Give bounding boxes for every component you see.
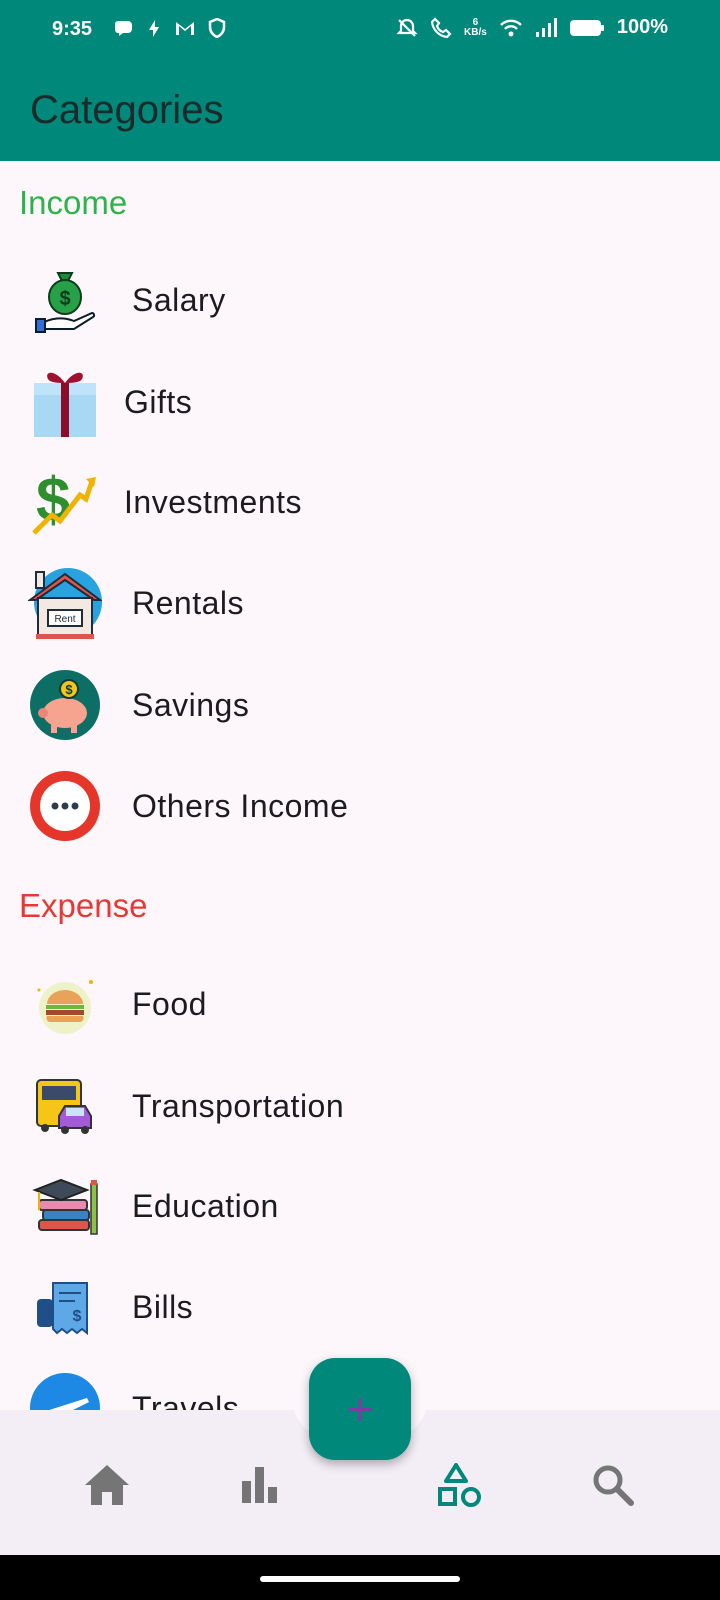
call-icon — [430, 16, 452, 38]
shapes-icon — [438, 1463, 481, 1507]
network-speed-value: 6 — [472, 16, 479, 28]
app-bar: Categories — [0, 60, 720, 161]
status-bar: 9:35 6 KB/s 100% — [0, 0, 720, 60]
gift-box-icon — [28, 365, 102, 439]
category-item-bills[interactable]: $ Bills — [28, 1267, 193, 1347]
battery-icon — [569, 19, 604, 36]
gesture-handle[interactable] — [260, 1576, 460, 1582]
category-item-others-income[interactable]: Others Income — [28, 766, 348, 846]
receipt-icon: $ — [28, 1270, 102, 1344]
category-item-investments[interactable]: $ Investments — [28, 462, 302, 542]
category-label: Salary — [132, 281, 226, 318]
category-item-food[interactable]: Food — [28, 964, 207, 1044]
bar-chart-icon — [242, 1467, 277, 1503]
gmail-icon — [176, 22, 194, 35]
category-label: Transportation — [132, 1087, 345, 1124]
category-label: Gifts — [124, 383, 193, 420]
status-time: 9:35 — [52, 18, 93, 40]
category-item-savings[interactable]: $ Savings — [28, 665, 249, 745]
category-item-rentals[interactable]: Rent Rentals — [28, 563, 244, 643]
category-label: Others Income — [132, 787, 349, 824]
category-label: Investments — [124, 483, 303, 520]
lightning-icon — [149, 20, 159, 37]
svg-text:$: $ — [59, 288, 70, 310]
nav-search[interactable] — [583, 1455, 643, 1515]
piggy-bank-icon: $ — [28, 668, 102, 742]
add-category-button[interactable]: + — [309, 1358, 411, 1460]
category-label: Savings — [132, 686, 250, 723]
books-cap-icon — [28, 1169, 102, 1243]
bus-car-icon — [28, 1069, 102, 1143]
search-icon — [593, 1465, 634, 1506]
rent-house-icon: Rent — [28, 566, 102, 640]
svg-text:$: $ — [65, 682, 73, 697]
status-notification-icons — [114, 18, 226, 38]
network-speed-unit: KB/s — [464, 26, 487, 38]
svg-text:Rent: Rent — [54, 614, 75, 625]
nav-stats[interactable] — [230, 1455, 290, 1515]
category-label: Rentals — [132, 584, 244, 621]
svg-text:$: $ — [73, 1308, 82, 1325]
page-title: Categories — [30, 88, 224, 132]
battery-percentage: 100% — [616, 16, 668, 38]
category-label: Education — [132, 1187, 279, 1224]
income-section-title: Income — [19, 184, 128, 221]
more-dots-icon — [28, 769, 102, 843]
nav-home[interactable] — [77, 1455, 137, 1515]
shield-icon — [208, 18, 226, 38]
dollar-growth-icon: $ — [28, 465, 102, 539]
chat-bubble-icon — [115, 21, 132, 36]
expense-section-title: Expense — [19, 887, 148, 924]
burger-icon — [28, 967, 102, 1041]
wifi-icon — [499, 19, 522, 36]
category-item-gifts[interactable]: Gifts — [28, 362, 192, 442]
network-speed: 6 KB/s — [464, 16, 487, 38]
nav-categories[interactable] — [430, 1455, 490, 1515]
category-label: Bills — [132, 1288, 194, 1325]
status-system-icons: 6 KB/s 100% — [396, 16, 668, 39]
money-bag-hand-icon: $ — [28, 263, 102, 337]
category-item-salary[interactable]: $ Salary — [28, 260, 226, 340]
category-label: Food — [132, 985, 207, 1022]
category-item-transportation[interactable]: Transportation — [28, 1066, 344, 1146]
signal-icon — [535, 17, 557, 37]
home-icon — [85, 1465, 129, 1505]
plus-icon: + — [346, 1383, 374, 1435]
category-item-education[interactable]: Education — [28, 1166, 279, 1246]
muted-bell-icon — [396, 18, 418, 37]
